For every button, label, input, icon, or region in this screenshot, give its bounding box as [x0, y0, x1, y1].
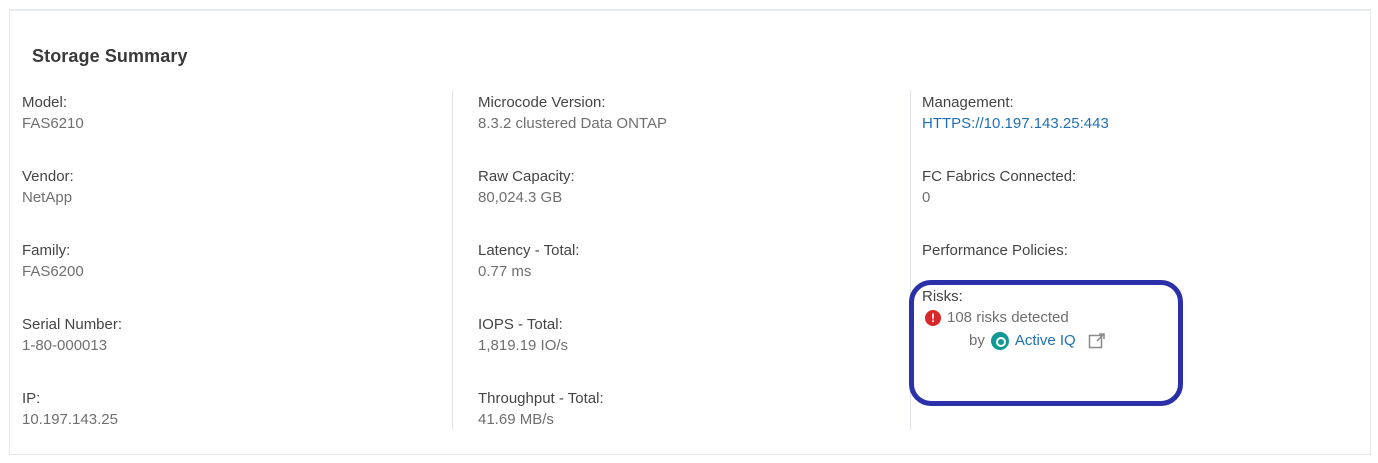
column-divider [452, 90, 453, 430]
field-label: Raw Capacity: [478, 168, 575, 185]
card-title: Storage Summary [32, 46, 188, 66]
field-value: NetApp [22, 189, 73, 206]
field-label: Throughput - Total: [478, 390, 604, 407]
field-label: Family: [22, 242, 71, 259]
field-value: FAS6210 [22, 115, 84, 132]
field-value: 10.197.143.25 [22, 411, 118, 428]
field-label: IOPS - Total: [478, 316, 563, 333]
field-value: 0 [922, 189, 931, 206]
field-serial-number: Serial Number: 1-80-000013 [22, 315, 442, 389]
field-microcode-version: Microcode Version: 8.3.2 clustered Data … [478, 93, 898, 167]
risks-highlight-annotation [909, 280, 1183, 406]
field-ip: IP: 10.197.143.25 [22, 389, 442, 463]
field-value: 1,819.19 IO/s [478, 337, 569, 354]
field-value: 41.69 MB/s [478, 411, 554, 428]
field-value: FAS6200 [22, 263, 84, 280]
summary-column-1: Model: FAS6210 Vendor: NetApp Family: FA… [22, 93, 442, 463]
field-label: Performance Policies: [922, 242, 1068, 259]
field-family: Family: FAS6200 [22, 241, 442, 315]
field-value: 1-80-000013 [22, 337, 108, 354]
field-iops-total: IOPS - Total: 1,819.19 IO/s [478, 315, 898, 389]
field-model: Model: FAS6210 [22, 93, 442, 167]
field-throughput-total: Throughput - Total: 41.69 MB/s [478, 389, 898, 463]
field-raw-capacity: Raw Capacity: 80,024.3 GB [478, 167, 898, 241]
field-value: 80,024.3 GB [478, 189, 563, 206]
field-value: 8.3.2 clustered Data ONTAP [478, 115, 667, 132]
field-label: Vendor: [22, 168, 74, 185]
field-label: IP: [22, 390, 41, 407]
field-label: Management: [922, 94, 1014, 111]
field-management: Management: HTTPS://10.197.143.25:443 [922, 93, 1342, 167]
field-vendor: Vendor: NetApp [22, 167, 442, 241]
field-label: Serial Number: [22, 316, 123, 333]
field-label: Model: [22, 94, 68, 111]
field-value: 0.77 ms [478, 263, 532, 280]
summary-column-2: Microcode Version: 8.3.2 clustered Data … [478, 93, 898, 463]
field-fc-fabrics-connected: FC Fabrics Connected: 0 [922, 167, 1342, 241]
field-label: Latency - Total: [478, 242, 580, 259]
management-url-link[interactable]: HTTPS://10.197.143.25:443 [922, 115, 1109, 132]
field-latency-total: Latency - Total: 0.77 ms [478, 241, 898, 315]
field-label: FC Fabrics Connected: [922, 168, 1077, 185]
field-label: Microcode Version: [478, 94, 606, 111]
